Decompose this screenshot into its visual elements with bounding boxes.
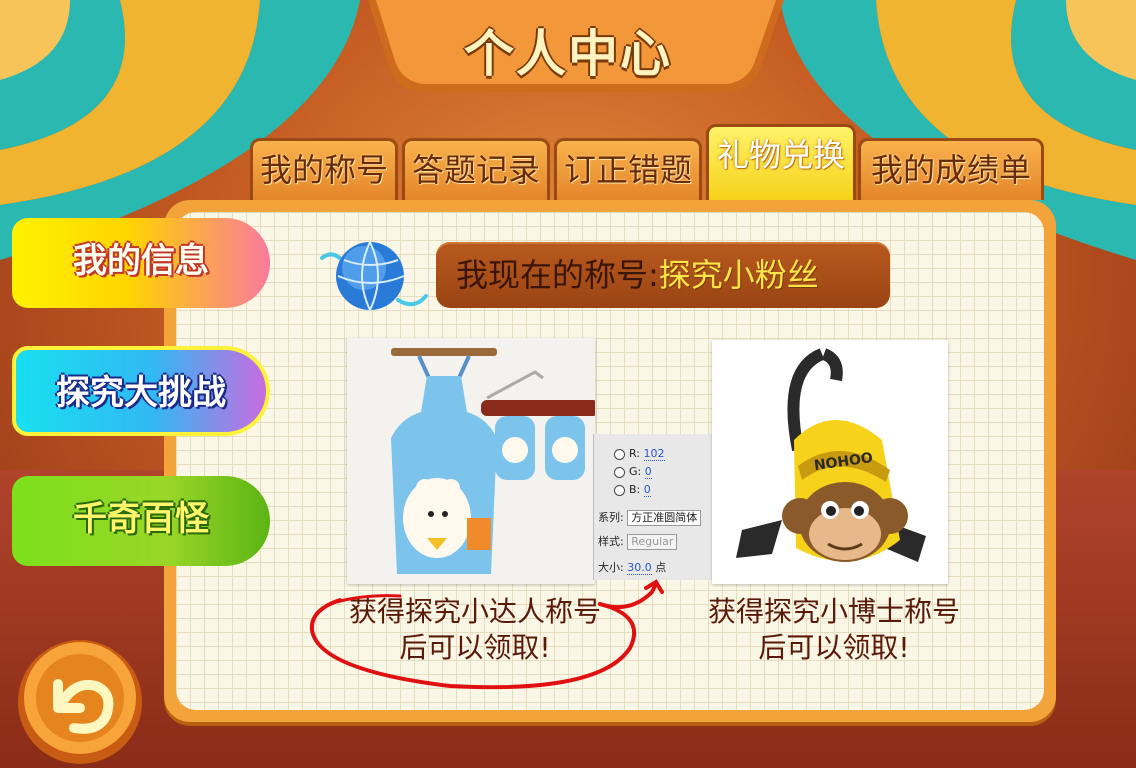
reward-caption-line1: 获得探究小达人称号 xyxy=(348,595,601,628)
b-label: B: xyxy=(629,483,641,496)
g-label: G: xyxy=(629,465,642,478)
family-label: 系列: xyxy=(598,511,624,524)
r-label: R: xyxy=(629,447,641,460)
tab-my-titles[interactable]: 我的称号 xyxy=(250,138,398,200)
style-label: 样式: xyxy=(598,535,624,548)
reward-image-apron[interactable] xyxy=(347,338,595,584)
font-family-select[interactable]: 方正准圆简体 xyxy=(627,510,702,526)
sidebar-item-exploration-challenge[interactable]: 探究大挑战 xyxy=(12,346,270,436)
size-label: 大小: xyxy=(598,561,624,574)
tab-my-report-card[interactable]: 我的成绩单 xyxy=(858,138,1044,200)
font-size-value[interactable]: 30.0 xyxy=(627,561,652,575)
tab-correct-mistakes[interactable]: 订正错题 xyxy=(554,138,702,200)
globe-icon xyxy=(320,241,428,311)
g-value[interactable]: 0 xyxy=(644,465,652,479)
tab-gift-exchange[interactable]: 礼物兑换 xyxy=(706,124,856,200)
apron-illustration xyxy=(391,348,595,574)
reward-caption-line2: 后可以领取! xyxy=(399,631,551,664)
sidebar-item-my-info[interactable]: 我的信息 xyxy=(12,218,270,308)
sidebar-item-label: 我的信息 xyxy=(73,241,209,281)
current-title-prefix: 我现在的称号: xyxy=(456,256,659,294)
b-radio[interactable] xyxy=(614,484,625,496)
back-arrow-icon[interactable] xyxy=(14,636,146,768)
sidebar-item-curiosities[interactable]: 千奇百怪 xyxy=(12,476,270,566)
reward-caption-1: 获得探究小达人称号 后可以领取! xyxy=(320,594,630,666)
reward-caption-2: 获得探究小博士称号 后可以领取! xyxy=(686,594,982,666)
g-radio[interactable] xyxy=(614,466,625,478)
size-unit: 点 xyxy=(655,561,667,574)
reward-image-backpack[interactable]: NOHOO xyxy=(712,340,948,584)
r-radio[interactable] xyxy=(614,448,625,460)
page-title: 个人中心 xyxy=(464,25,672,83)
tab-answer-records[interactable]: 答题记录 xyxy=(402,138,550,200)
current-title-value: 探究小粉丝 xyxy=(658,256,819,294)
r-value[interactable]: 102 xyxy=(643,447,665,461)
reward-caption-line2: 后可以领取! xyxy=(758,631,910,664)
b-value[interactable]: 0 xyxy=(643,483,651,497)
stage-background: 个人中心 我的称号 答题记录 订正错题 礼物兑换 我的成绩单 我的信息 探究大挑… xyxy=(0,0,1136,768)
font-style-select[interactable]: Regular xyxy=(627,534,678,550)
backpack-illustration: NOHOO xyxy=(736,348,926,562)
current-title-banner: 我现在的称号:探究小粉丝 xyxy=(436,242,890,308)
sidebar-item-label: 千奇百怪 xyxy=(73,499,209,539)
text-properties-panel: R: 102 G: 0 B: 0 系列: 方正准圆简体 样式: Regular … xyxy=(593,434,718,580)
reward-caption-line1: 获得探究小博士称号 xyxy=(707,595,960,628)
sidebar-item-label: 探究大挑战 xyxy=(56,373,226,413)
